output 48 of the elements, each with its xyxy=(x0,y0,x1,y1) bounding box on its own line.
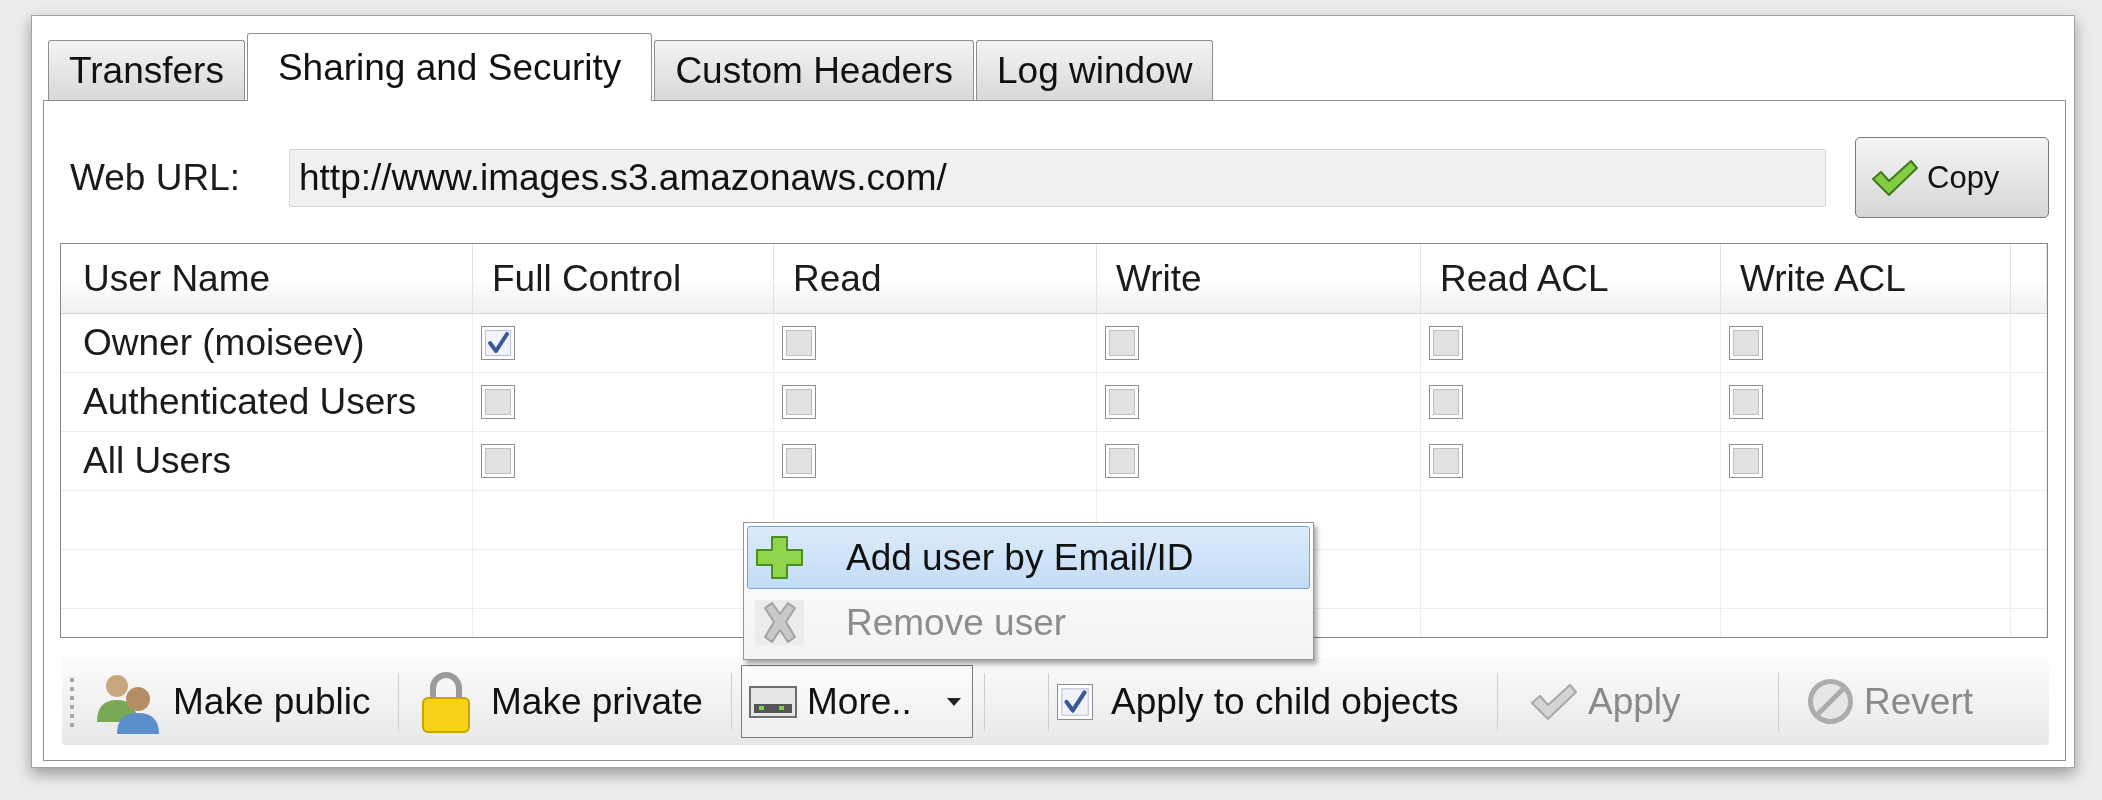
grip-icon xyxy=(70,675,74,728)
checkbox[interactable] xyxy=(782,444,816,478)
caret-icon xyxy=(947,697,961,706)
table-cell: All Users xyxy=(61,432,473,491)
column-header[interactable]: Read xyxy=(774,244,1097,313)
column-header[interactable]: Read ACL xyxy=(1421,244,1721,313)
checkbox[interactable] xyxy=(1729,385,1763,419)
menu-item[interactable]: Add user by Email/ID xyxy=(747,526,1310,589)
checkbox[interactable] xyxy=(782,385,816,419)
checkbox[interactable] xyxy=(481,326,515,360)
copy-button[interactable]: Copy xyxy=(1855,137,2049,218)
make-public-button[interactable]: Make public xyxy=(89,666,386,737)
checkbox[interactable] xyxy=(481,385,515,419)
make-private-button[interactable]: Make private xyxy=(406,666,725,737)
column-header[interactable]: User Name xyxy=(61,244,473,313)
empty-cell xyxy=(2011,550,2047,609)
check-icon xyxy=(1530,682,1578,721)
table-cell: Authenticated Users xyxy=(61,373,473,432)
checkbox[interactable] xyxy=(1057,683,1093,720)
checkbox[interactable] xyxy=(1429,385,1463,419)
url-field[interactable]: http://www.images.s3.amazonaws.com/ xyxy=(289,148,1826,207)
column-header[interactable]: Write ACL xyxy=(1721,244,2011,313)
checkbox-label[interactable]: Apply to child objects xyxy=(1111,680,1475,723)
checkbox[interactable] xyxy=(1429,326,1463,360)
empty-cell xyxy=(2011,491,2047,550)
checkbox[interactable] xyxy=(1105,326,1139,360)
field-label: Web URL: xyxy=(70,156,241,199)
checkbox[interactable] xyxy=(782,326,816,360)
more-button[interactable]: More.. xyxy=(741,665,973,738)
column-header[interactable]: Write xyxy=(1097,244,1421,313)
tab[interactable]: Transfers xyxy=(48,40,245,100)
tab[interactable]: Custom Headers xyxy=(654,40,974,100)
table-cell: Owner (moiseev) xyxy=(61,314,473,373)
checkbox[interactable] xyxy=(1729,326,1763,360)
tab[interactable]: Log window xyxy=(976,40,1214,100)
checkbox[interactable] xyxy=(1105,444,1139,478)
checkbox[interactable] xyxy=(1429,444,1463,478)
plus-icon xyxy=(755,535,804,580)
checkbox[interactable] xyxy=(1105,385,1139,419)
check-icon xyxy=(1871,158,1919,197)
checkbox[interactable] xyxy=(1729,444,1763,478)
column-header[interactable]: Full Control xyxy=(473,244,774,313)
checkbox[interactable] xyxy=(481,444,515,478)
panel-icon xyxy=(749,685,797,718)
prohibited-icon xyxy=(1807,678,1854,725)
lock-icon xyxy=(420,670,472,733)
cross-icon xyxy=(755,600,804,645)
tab[interactable]: Sharing and Security xyxy=(246,33,653,101)
